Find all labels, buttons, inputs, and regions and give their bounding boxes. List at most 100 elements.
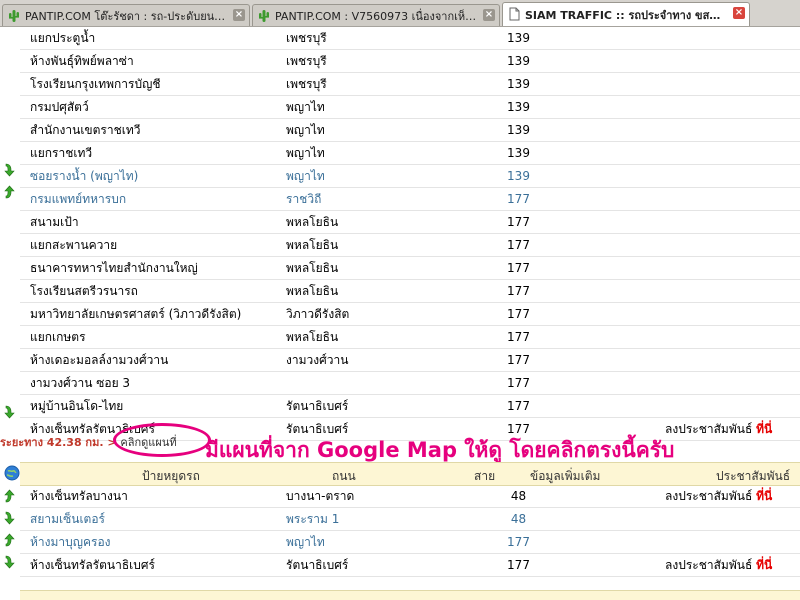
stop-name[interactable]: สยามเซ็นเตอร์ [20, 507, 280, 531]
bus-line: 139 [461, 72, 576, 96]
road-name: พญาไท [280, 95, 461, 119]
stop-name: งามวงศ์วาน ซอย 3 [20, 371, 280, 395]
stop-name: สำนักงานเขตราชเทวี [20, 118, 280, 142]
bus-line: 177 [461, 279, 576, 303]
pr-label: ลงประชาสัมพันธ์ [665, 488, 753, 503]
cactus-icon [9, 10, 19, 22]
extra-info [576, 530, 636, 554]
table-row: ห้างเซ็นทรัลรัตนาธิเบศร์ รัตนาธิเบศร์ 177 ล… [20, 553, 800, 577]
pr-here-link[interactable]: ที่นี่ [756, 489, 772, 503]
pr-here-link[interactable]: ที่นี่ [756, 422, 772, 436]
extra-info [576, 325, 636, 349]
extra-info [576, 394, 636, 418]
table-row: สนามเป้า พหลโยธิน 177 [20, 210, 800, 234]
header-info: ข้อมูลเพิ่มเติม [530, 469, 601, 483]
road-name: พหลโยธิน [280, 279, 461, 303]
stop-name: สนามเป้า [20, 210, 280, 234]
pr-cell [636, 507, 800, 531]
extra-info [576, 72, 636, 96]
stop-name: แยกประตูน้ำ [20, 27, 280, 50]
bus-line: 177 [461, 210, 576, 234]
stop-name: ห้างเดอะมอลล์งามวงศ์วาน [20, 348, 280, 372]
extra-info [576, 95, 636, 119]
pr-cell [636, 118, 800, 142]
stop-name: มหาวิทยาลัยเกษตรศาสตร์ (วิภาวดีรังสิต) [20, 302, 280, 326]
bus-line[interactable]: 177 [461, 187, 576, 211]
browser-tab-bar: PANTIP.COM โต๊ะรัชดา : รถ-ประดับยนต์ ...… [0, 0, 800, 27]
direction-arrow [0, 401, 20, 423]
close-tab-icon[interactable]: × [733, 7, 745, 19]
arrow-down-icon [4, 163, 15, 177]
stop-name[interactable]: กรมแพทย์ทหารบก [20, 187, 280, 211]
direction-arrow [0, 529, 20, 551]
tab-siam-traffic[interactable]: SIAM TRAFFIC :: รถประจำทาง ขสม... × [502, 2, 750, 26]
extra-info [576, 118, 636, 142]
stop-name[interactable]: ซอยรางน้ำ (พญาไท) [20, 164, 280, 188]
pr-cell [636, 233, 800, 257]
extra-info [576, 279, 636, 303]
bus-line[interactable]: 177 [461, 530, 576, 554]
close-tab-icon[interactable]: × [233, 9, 245, 21]
stop-name: แยกสะพานควาย [20, 233, 280, 257]
extra-info [576, 27, 636, 50]
pr-cell [636, 256, 800, 280]
table-row: แยกสะพานควาย พหลโยธิน 177 [20, 233, 800, 257]
road-name[interactable]: พระราม 1 [280, 507, 461, 531]
extra-info [576, 210, 636, 234]
distance-text: ระยะทาง 42.38 กม. [0, 436, 104, 449]
close-tab-icon[interactable]: × [483, 9, 495, 21]
stop-name: แยกเกษตร [20, 325, 280, 349]
extra-info [576, 553, 636, 577]
bus-line: 177 [461, 325, 576, 349]
table-row: ธนาคารทหารไทยสำนักงานใหญ่ พหลโยธิน 177 [20, 256, 800, 280]
pr-cell [636, 27, 800, 50]
bus-line: 139 [461, 141, 576, 165]
direction-arrow [0, 159, 20, 181]
header-road: ถนน [332, 469, 356, 483]
header-stop: ป้ายหยุดรถ [142, 469, 200, 483]
header-line: สาย [474, 469, 496, 483]
highlight-ellipse [113, 423, 211, 457]
pr-cell [636, 302, 800, 326]
table-row: สยามเซ็นเตอร์ พระราม 1 48 [20, 507, 800, 531]
road-name: วิภาวดีรังสิต [280, 302, 461, 326]
road-name: พหลโยธิน [280, 210, 461, 234]
tab-label: SIAM TRAFFIC :: รถประจำทาง ขสม... [525, 8, 727, 22]
table-row: โรงเรียนกรุงเทพการบัญชี เพชรบุรี 139 [20, 72, 800, 96]
road-name[interactable]: พญาไท [280, 164, 461, 188]
road-name[interactable]: ราชวิถี [280, 187, 461, 211]
table-header: ป้ายหยุดรถ ถนน สาย ข้อมูลเพิ่มเติม ประชา… [4, 462, 800, 486]
pr-here-link[interactable]: ที่นี่ [756, 558, 772, 572]
bus-line[interactable]: 139 [461, 164, 576, 188]
pr-cell [636, 95, 800, 119]
bus-line: 177 [461, 256, 576, 280]
road-name: บางนา-ตราด [280, 485, 461, 508]
road-name: พญาไท [280, 118, 461, 142]
bus-line[interactable]: 48 [461, 507, 576, 531]
table-row: ห้างเดอะมอลล์งามวงศ์วาน งามวงศ์วาน 177 [20, 348, 800, 372]
arrow-up-icon [4, 185, 15, 199]
direction-arrow [0, 181, 20, 203]
pr-label: ลงประชาสัมพันธ์ [665, 421, 753, 436]
arrow-up-icon [4, 489, 15, 503]
bus-line: 48 [461, 485, 576, 508]
arrow-down-icon [4, 405, 15, 419]
road-name[interactable]: พญาไท [280, 530, 461, 554]
globe-icon [4, 465, 20, 481]
stop-name: ห้างพันธุ์ทิพย์พลาซ่า [20, 49, 280, 73]
tab-pantip-1[interactable]: PANTIP.COM โต๊ะรัชดา : รถ-ประดับยนต์ ...… [2, 4, 250, 26]
page-icon [509, 7, 520, 21]
pr-cell [636, 49, 800, 73]
tab-pantip-2[interactable]: PANTIP.COM : V7560973 เนื่องจากเห็น... × [252, 4, 500, 26]
stop-name: กรมปศุสัตว์ [20, 95, 280, 119]
extra-info [576, 485, 636, 508]
stop-name[interactable]: ห้างมาบุญครอง [20, 530, 280, 554]
extra-info [576, 348, 636, 372]
table-row: งามวงศ์วาน ซอย 3 177 [20, 371, 800, 395]
road-name: เพชรบุรี [280, 49, 461, 73]
road-name: งามวงศ์วาน [280, 348, 461, 372]
extra-info [576, 233, 636, 257]
direction-arrow [0, 507, 20, 529]
road-name [280, 371, 461, 395]
pr-cell [636, 141, 800, 165]
